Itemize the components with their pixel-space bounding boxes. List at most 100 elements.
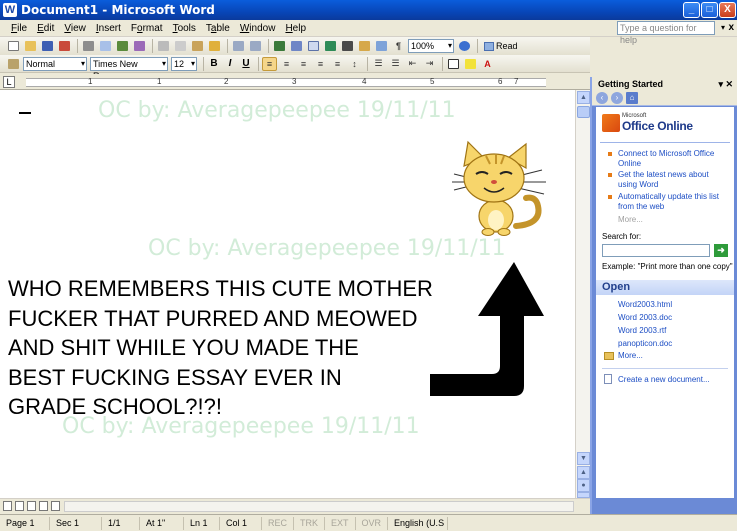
menu-tools[interactable]: Tools (168, 23, 201, 34)
insert-excel-icon[interactable] (323, 39, 338, 53)
style-select[interactable]: Normal (23, 56, 87, 71)
ask-question-input[interactable]: Type a question for help (617, 21, 715, 45)
print-icon[interactable] (81, 39, 96, 53)
caption-line: BEST FUCKING ESSAY EVER IN (8, 364, 342, 390)
font-select[interactable]: Times New Roman (90, 56, 168, 81)
vertical-scrollbar[interactable]: ▲ ▼ ▲ ● (575, 90, 590, 498)
distributed-icon[interactable]: ≡ (330, 57, 345, 71)
numbering-icon[interactable]: ☰ (371, 57, 386, 71)
highlight-icon[interactable] (463, 57, 478, 71)
meme-caption: WHO REMEMBERS THIS CUTE MOTHER FUCKER TH… (8, 274, 508, 422)
ruler-strip[interactable] (26, 78, 546, 87)
reading-view-icon[interactable] (51, 501, 60, 511)
recent-file[interactable]: Word2003.html (618, 300, 672, 309)
menu-insert[interactable]: Insert (91, 23, 126, 34)
permission-icon[interactable] (57, 39, 72, 53)
italic-button[interactable]: I (223, 58, 237, 69)
line-spacing-icon[interactable]: ↕ (347, 57, 362, 71)
chevron-down-icon[interactable]: ▾ (721, 23, 725, 32)
read-button[interactable]: Read (481, 41, 521, 51)
undo-icon[interactable] (231, 39, 246, 53)
status-rec[interactable]: REC (262, 516, 295, 530)
new-document-icon[interactable] (6, 39, 21, 53)
spelling-icon[interactable] (115, 39, 130, 53)
auto-update-link[interactable]: Automatically update this list from the … (618, 192, 730, 212)
document-map-icon[interactable] (374, 39, 389, 53)
status-trk[interactable]: TRK (294, 516, 326, 530)
more-link[interactable]: More... (618, 215, 643, 224)
close-button[interactable]: X (719, 2, 736, 18)
open-more-link[interactable]: More... (618, 351, 643, 360)
minimize-button[interactable]: _ (683, 2, 700, 18)
insert-table-icon[interactable] (306, 39, 321, 53)
format-painter-icon[interactable] (207, 39, 222, 53)
research-icon[interactable] (132, 39, 147, 53)
menu-help[interactable]: Help (280, 23, 311, 34)
justify-icon[interactable]: ≡ (313, 57, 328, 71)
browse-object-icon[interactable]: ● (577, 479, 590, 492)
tables-borders-icon[interactable] (289, 39, 304, 53)
normal-view-icon[interactable] (3, 501, 12, 511)
latest-news-link[interactable]: Get the latest news about using Word (618, 170, 730, 190)
bullets-icon[interactable]: ☰ (388, 57, 403, 71)
search-input[interactable] (602, 244, 710, 257)
show-hide-icon[interactable]: ¶ (391, 39, 406, 53)
cut-icon[interactable] (156, 39, 171, 53)
menu-view[interactable]: View (59, 23, 91, 34)
status-ovr[interactable]: OVR (356, 516, 389, 530)
help-icon[interactable] (457, 39, 472, 53)
decrease-indent-icon[interactable]: ⇤ (405, 57, 420, 71)
recent-file[interactable]: panopticon.doc (618, 339, 672, 348)
align-left-icon[interactable]: ≡ (262, 56, 277, 71)
font-color-icon[interactable]: A (480, 57, 495, 71)
zoom-select[interactable]: 100% (408, 39, 454, 53)
increase-indent-icon[interactable]: ⇥ (422, 57, 437, 71)
scroll-down-arrow-icon[interactable]: ▼ (577, 452, 590, 465)
horizontal-scrollbar[interactable] (0, 498, 590, 514)
web-view-icon[interactable] (15, 501, 24, 511)
print-preview-icon[interactable] (98, 39, 113, 53)
status-ext[interactable]: EXT (325, 516, 356, 530)
redo-icon[interactable] (248, 39, 263, 53)
align-right-icon[interactable]: ≡ (296, 57, 311, 71)
menu-file[interactable]: File (6, 23, 32, 34)
print-view-icon[interactable] (27, 501, 36, 511)
create-new-document-link[interactable]: Create a new document... (618, 375, 710, 384)
previous-page-icon[interactable]: ▲ (577, 466, 590, 479)
forward-icon[interactable]: › (611, 92, 623, 104)
open-folder-icon[interactable] (23, 39, 38, 53)
outline-view-icon[interactable] (39, 501, 48, 511)
paste-icon[interactable] (190, 39, 205, 53)
connect-office-online-link[interactable]: Connect to Microsoft Office Online (618, 149, 730, 169)
scroll-thumb[interactable] (577, 106, 590, 118)
tab-selector[interactable]: L (3, 76, 15, 88)
underline-button[interactable]: U (239, 58, 253, 69)
recent-file[interactable]: Word 2003.doc (618, 313, 672, 322)
maximize-button[interactable]: □ (701, 2, 718, 18)
recent-file[interactable]: Word 2003.rtf (618, 326, 666, 335)
menu-format[interactable]: Format (126, 23, 168, 34)
borders-icon[interactable] (446, 57, 461, 71)
bold-button[interactable]: B (207, 58, 221, 69)
task-pane-controls[interactable]: ▾ ✕ (718, 77, 733, 91)
back-icon[interactable]: ‹ (596, 92, 608, 104)
home-icon[interactable]: ⌂ (626, 92, 638, 104)
document-page[interactable]: OC by: Averagepeepee 19/11/11 OC by: Ave… (0, 90, 575, 498)
menu-table[interactable]: Table (201, 23, 235, 34)
search-go-arrow-icon[interactable]: ➜ (714, 244, 728, 257)
drawing-icon[interactable] (357, 39, 372, 53)
copy-icon[interactable] (173, 39, 188, 53)
save-disk-icon[interactable] (40, 39, 55, 53)
font-size-select[interactable]: 12 (171, 56, 197, 71)
horizontal-scroll-track[interactable] (64, 501, 574, 512)
menu-edit[interactable]: Edit (32, 23, 59, 34)
menu-window[interactable]: Window (235, 23, 281, 34)
scroll-up-arrow-icon[interactable]: ▲ (577, 91, 590, 104)
hyperlink-icon[interactable] (272, 39, 287, 53)
styles-pane-icon[interactable] (6, 57, 21, 71)
document-close-button[interactable]: x (728, 22, 734, 33)
columns-icon[interactable] (340, 39, 355, 53)
formatting-toolbar: Normal Times New Roman 12 B I U ≡ ≡ ≡ ≡ … (0, 55, 590, 81)
align-center-icon[interactable]: ≡ (279, 57, 294, 71)
caption-line: WHO REMEMBERS THIS CUTE MOTHER (8, 276, 433, 301)
